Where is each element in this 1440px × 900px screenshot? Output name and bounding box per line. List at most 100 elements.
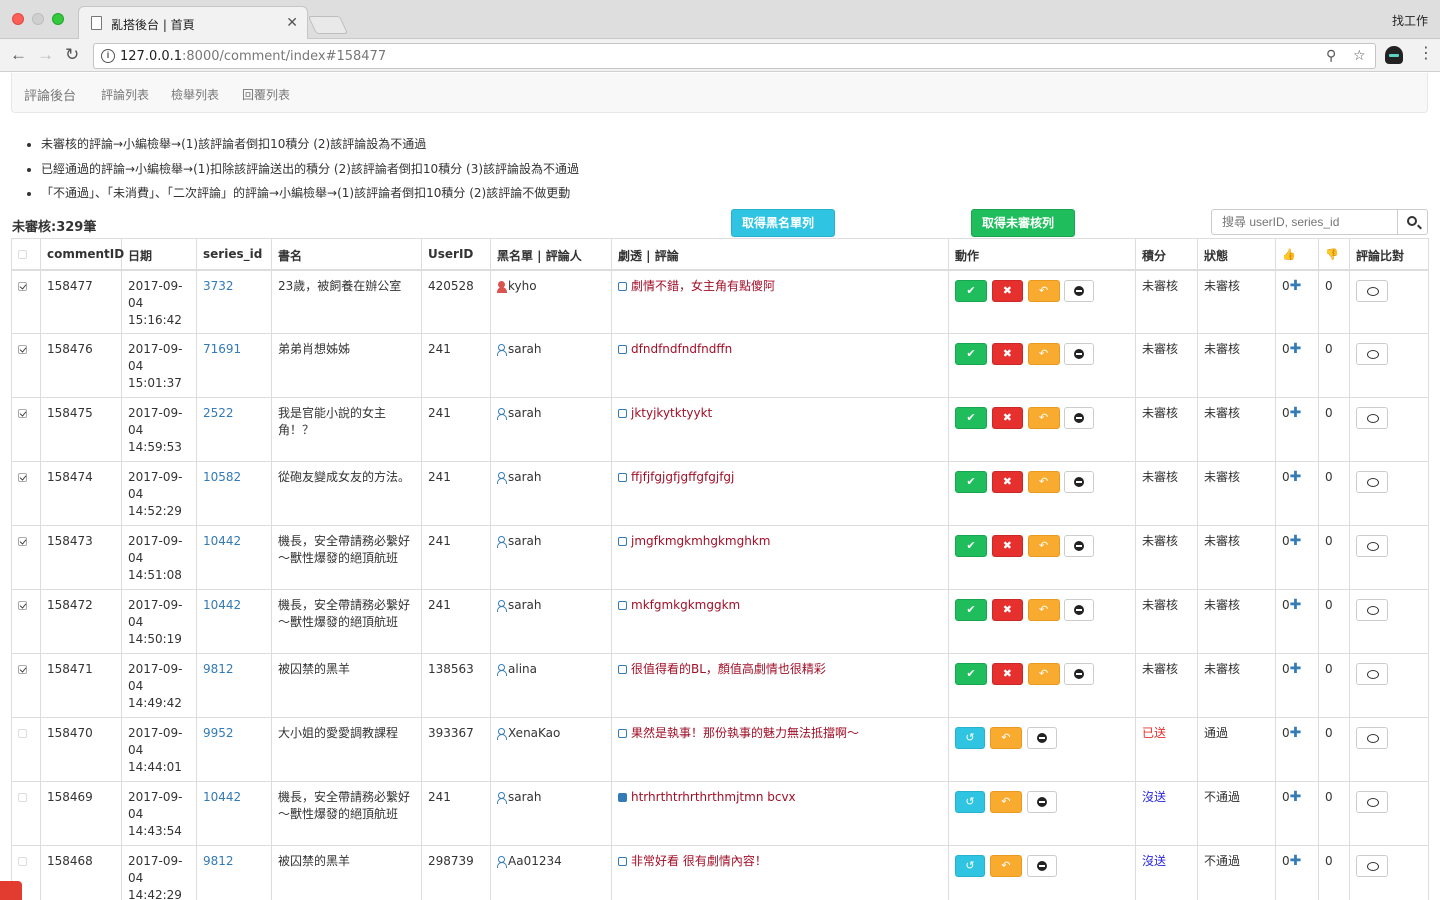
reject-button[interactable]: ✖ <box>991 407 1023 429</box>
reply-button[interactable]: ↶ <box>1027 663 1060 685</box>
select-all-checkbox[interactable] <box>18 250 27 259</box>
approve-button[interactable]: ✔ <box>955 535 987 557</box>
reject-button[interactable]: ✖ <box>991 471 1023 493</box>
series-link[interactable]: 10442 <box>203 598 241 612</box>
plus-icon[interactable]: ✚ <box>1290 789 1302 805</box>
user-icon[interactable] <box>497 792 507 804</box>
compare-comment-button[interactable] <box>1356 279 1388 302</box>
nav-link-comments[interactable]: 評論列表 <box>101 86 149 103</box>
extension-icon[interactable] <box>1385 46 1403 64</box>
row-checkbox[interactable] <box>18 473 27 482</box>
series-link[interactable]: 2522 <box>203 406 234 420</box>
series-link[interactable]: 10582 <box>203 470 241 484</box>
series-link[interactable]: 9812 <box>203 662 234 676</box>
row-checkbox[interactable] <box>18 601 27 610</box>
series-link[interactable]: 9812 <box>203 854 234 868</box>
column-header[interactable]: 狀態 <box>1197 238 1276 271</box>
maximize-window-button[interactable] <box>52 13 64 25</box>
column-header[interactable]: 評論比對 <box>1349 238 1429 271</box>
user-icon[interactable] <box>497 600 507 612</box>
reply-button[interactable]: ↶ <box>989 727 1022 749</box>
compare-comment-button[interactable] <box>1356 791 1388 813</box>
search-button[interactable] <box>1397 209 1428 235</box>
approve-button[interactable]: ✔ <box>955 471 987 493</box>
approve-button[interactable]: ✔ <box>955 599 987 621</box>
row-checkbox[interactable] <box>18 537 27 546</box>
nav-link-reports[interactable]: 檢舉列表 <box>171 86 219 103</box>
compare-comment-button[interactable] <box>1356 535 1388 557</box>
spoiler-checkbox[interactable] <box>618 409 627 418</box>
compare-comment-button[interactable] <box>1356 727 1388 749</box>
row-checkbox[interactable] <box>18 665 27 674</box>
url-text[interactable]: 127.0.0.1:8000/comment/index#158477 <box>120 49 386 64</box>
reply-button[interactable]: ↶ <box>1027 599 1060 621</box>
approve-button[interactable]: ✔ <box>955 279 987 302</box>
report-button[interactable] <box>1026 855 1057 877</box>
compare-comment-button[interactable] <box>1356 407 1388 429</box>
forward-icon[interactable]: → <box>37 46 54 64</box>
approve-button[interactable]: ✔ <box>955 663 987 685</box>
navbar-brand[interactable]: 評論後台 <box>24 85 76 104</box>
reload-icon[interactable]: ↻ <box>65 46 79 64</box>
report-button[interactable] <box>1026 727 1057 749</box>
star-icon[interactable]: ☆ <box>1353 47 1366 64</box>
user-icon[interactable] <box>497 728 507 740</box>
plus-icon[interactable]: ✚ <box>1290 341 1302 357</box>
reply-button[interactable]: ↶ <box>1027 407 1060 429</box>
spoiler-checkbox[interactable] <box>618 537 627 546</box>
profile-name[interactable]: 找工作 <box>1392 12 1428 29</box>
browser-menu-icon[interactable]: ⋮ <box>1418 45 1434 63</box>
reset-button[interactable]: ↺ <box>955 791 985 813</box>
column-header[interactable]: 書名 <box>271 238 422 271</box>
report-button[interactable] <box>1064 407 1095 429</box>
plus-icon[interactable]: ✚ <box>1290 405 1302 421</box>
user-icon[interactable] <box>497 280 507 293</box>
compare-comment-button[interactable] <box>1356 855 1388 877</box>
user-icon[interactable] <box>497 344 507 356</box>
approve-button[interactable]: ✔ <box>955 407 987 429</box>
plus-icon[interactable]: ✚ <box>1290 725 1302 741</box>
user-icon[interactable] <box>497 856 507 868</box>
spoiler-checkbox[interactable] <box>618 793 627 802</box>
compare-comment-button[interactable] <box>1356 663 1388 685</box>
reject-button[interactable]: ✖ <box>991 663 1023 685</box>
report-button[interactable] <box>1064 471 1095 493</box>
report-button[interactable] <box>1064 535 1095 557</box>
reply-button[interactable]: ↶ <box>989 791 1022 813</box>
user-icon[interactable] <box>497 536 507 548</box>
back-icon[interactable]: ← <box>10 46 27 64</box>
get-blacklist-button[interactable]: 取得黑名單列表 <box>731 209 835 256</box>
user-icon[interactable] <box>497 472 507 484</box>
column-header[interactable]: series_id <box>196 238 272 271</box>
spoiler-checkbox[interactable] <box>618 281 627 291</box>
spoiler-checkbox[interactable] <box>618 345 627 354</box>
plus-icon[interactable]: ✚ <box>1290 597 1302 613</box>
series-link[interactable]: 10442 <box>203 790 241 804</box>
spoiler-checkbox[interactable] <box>618 665 627 674</box>
reject-button[interactable]: ✖ <box>991 535 1023 557</box>
series-link[interactable]: 71691 <box>203 342 241 356</box>
column-header[interactable]: 動作 <box>948 238 1136 271</box>
reset-button[interactable]: ↺ <box>955 727 985 749</box>
plus-icon[interactable]: ✚ <box>1290 278 1302 294</box>
user-icon[interactable] <box>497 664 507 676</box>
spoiler-checkbox[interactable] <box>618 729 627 738</box>
info-icon[interactable]: i <box>101 49 115 63</box>
reply-button[interactable]: ↶ <box>1027 343 1060 365</box>
zoom-icon[interactable]: ⚲ <box>1326 47 1336 64</box>
spoiler-checkbox[interactable] <box>618 601 627 610</box>
reject-button[interactable]: ✖ <box>991 343 1023 365</box>
column-header[interactable]: 積分 <box>1135 238 1198 271</box>
minimize-window-button[interactable] <box>32 13 44 25</box>
column-header[interactable]: 黑名單 | 評論人 <box>490 238 612 271</box>
spoiler-checkbox[interactable] <box>618 857 627 866</box>
close-window-button[interactable] <box>12 13 24 25</box>
tab-close-icon[interactable]: ✕ <box>286 14 298 31</box>
plus-icon[interactable]: ✚ <box>1290 469 1302 485</box>
series-link[interactable]: 3732 <box>203 279 234 293</box>
row-checkbox[interactable] <box>18 409 27 418</box>
new-tab-button[interactable] <box>307 16 349 34</box>
column-header[interactable]: commentID <box>40 238 124 271</box>
column-header[interactable]: UserID <box>421 238 491 271</box>
browser-tab[interactable]: 亂搭後台 | 首頁 ✕ <box>78 6 308 40</box>
